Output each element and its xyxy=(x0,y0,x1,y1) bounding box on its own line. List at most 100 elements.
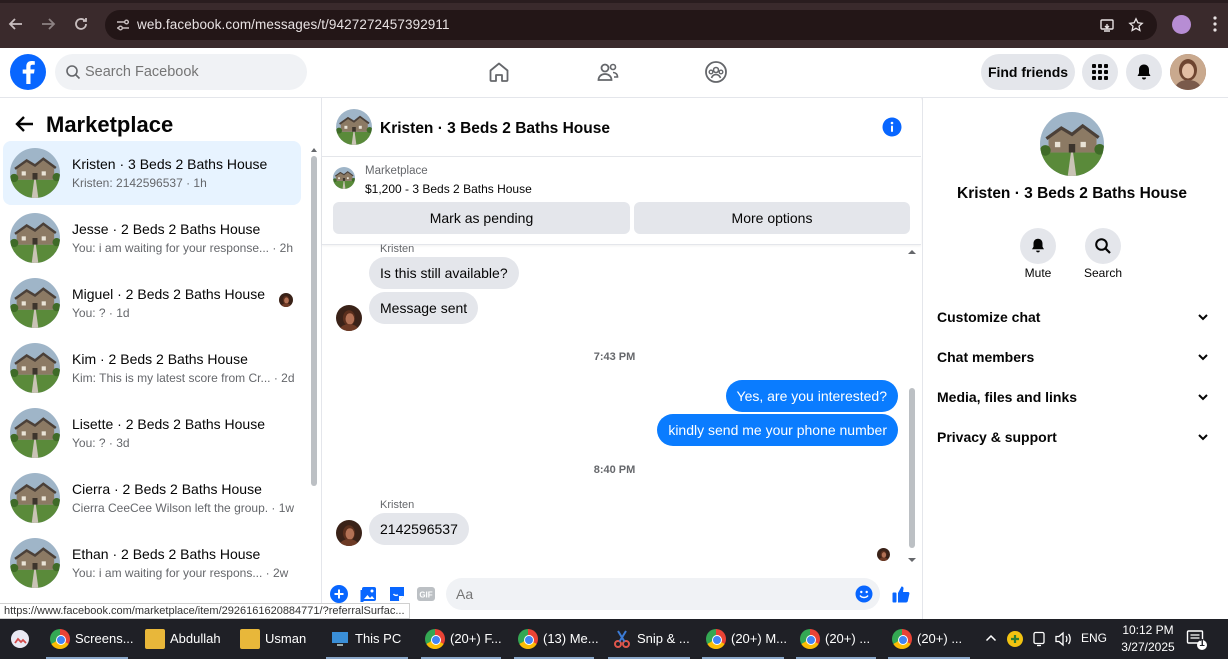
volume-icon[interactable] xyxy=(1054,631,1072,647)
section-label: Customize chat xyxy=(937,309,1041,325)
search-conversation-button[interactable] xyxy=(1085,228,1121,264)
taskbar-item-label: Abdullah xyxy=(170,631,221,646)
listing-price[interactable]: $1,200 - 3 Beds 2 Baths House xyxy=(365,182,532,196)
groups-icon[interactable] xyxy=(704,60,728,84)
chat-avatar[interactable] xyxy=(336,109,372,145)
listing-source: Marketplace xyxy=(365,165,428,177)
friends-icon[interactable] xyxy=(596,60,620,84)
chevron-down-icon xyxy=(1197,351,1209,363)
message-bubble-incoming[interactable]: 2142596537 xyxy=(369,513,469,545)
bookmark-star-icon[interactable] xyxy=(1128,17,1144,33)
chevron-down-icon xyxy=(1197,311,1209,323)
taskbar-item[interactable]: (20+) ... xyxy=(792,619,880,659)
back-arrow-icon[interactable] xyxy=(6,14,26,34)
home-icon[interactable] xyxy=(487,60,511,84)
gif-icon[interactable]: GIF xyxy=(416,584,436,604)
photo-icon[interactable] xyxy=(359,584,379,604)
scissors-icon xyxy=(612,629,632,649)
taskbar-item[interactable]: (20+) F... xyxy=(417,619,505,659)
chat-scrollbar[interactable] xyxy=(907,248,917,568)
search-input[interactable] xyxy=(85,54,295,90)
reload-icon[interactable] xyxy=(71,14,91,34)
mute-button[interactable] xyxy=(1020,228,1056,264)
info-icon[interactable] xyxy=(882,117,902,137)
taskbar-item-label: Snip & ... xyxy=(637,631,690,646)
taskbar-item[interactable]: (13) Me... xyxy=(510,619,599,659)
conversation-item[interactable]: Jesse · 2 Beds 2 Baths House You: i am wa… xyxy=(3,206,301,270)
menu-button[interactable] xyxy=(1082,54,1118,90)
conversation-snippet: You: i am waiting for your response... ·… xyxy=(72,241,294,255)
conversation-item[interactable]: Kristen · 3 Beds 2 Baths House Kristen: 2… xyxy=(3,141,301,205)
taskbar-item[interactable]: Abdullah xyxy=(137,619,227,659)
cast-icon[interactable] xyxy=(1099,17,1115,33)
listing-banner: Marketplace $1,200 - 3 Beds 2 Baths Hous… xyxy=(322,157,921,245)
url-text: web.facebook.com/messages/t/942727245739… xyxy=(137,17,450,32)
account-avatar[interactable] xyxy=(1170,54,1206,90)
facebook-search[interactable] xyxy=(55,54,307,90)
scrollbar-thumb[interactable] xyxy=(311,156,317,486)
plus-circle-icon[interactable] xyxy=(329,584,349,604)
conversation-item[interactable]: Lisette · 2 Beds 2 Baths House You: ? · 3… xyxy=(3,401,301,465)
sender-avatar[interactable] xyxy=(336,305,362,331)
notification-center-icon[interactable]: 1 xyxy=(1186,629,1208,651)
back-arrow-icon[interactable] xyxy=(13,114,35,134)
address-bar[interactable]: web.facebook.com/messages/t/942727245739… xyxy=(105,10,1157,40)
taskbar-item[interactable]: Usman xyxy=(232,619,316,659)
message-bubble-incoming[interactable]: Message sent xyxy=(369,292,479,324)
facebook-logo-icon[interactable] xyxy=(10,54,46,90)
taskbar-item[interactable]: (20+) ... xyxy=(884,619,974,659)
chrome-icon xyxy=(50,629,70,649)
conversation-item[interactable]: Cierra · 2 Beds 2 Baths House Cierra CeeC… xyxy=(3,466,301,530)
site-info-icon[interactable] xyxy=(115,17,131,33)
emoji-icon[interactable] xyxy=(855,585,873,603)
vpn-shield-icon[interactable] xyxy=(1006,630,1024,648)
message-bubble-outgoing[interactable]: kindly send me your phone number xyxy=(657,414,898,446)
message-input-field[interactable] xyxy=(446,578,880,610)
thumbs-up-icon[interactable] xyxy=(891,584,911,604)
conversation-item[interactable]: Ethan · 2 Beds 2 Baths House You: i am wa… xyxy=(3,531,301,595)
chat-title[interactable]: Kristen · 3 Beds 2 Baths House xyxy=(380,120,610,138)
bell-icon xyxy=(1032,238,1044,253)
taskbar-item[interactable]: Snip & ... xyxy=(604,619,694,659)
details-section-chat-members[interactable]: Chat members xyxy=(937,345,1209,369)
chrome-icon xyxy=(892,629,912,649)
conversation-item[interactable]: Miguel · 2 Beds 2 Baths House You: ? · 1d xyxy=(3,271,301,335)
scrollbar-thumb[interactable] xyxy=(909,388,915,548)
mark-as-pending-button[interactable]: Mark as pending xyxy=(333,202,630,234)
listing-thumbnail[interactable] xyxy=(333,167,355,189)
clock-time[interactable]: 10:12 PM xyxy=(1113,623,1183,637)
taskbar-item-label: This PC xyxy=(355,631,402,646)
details-avatar[interactable] xyxy=(1040,112,1104,176)
more-options-button[interactable]: More options xyxy=(634,202,910,234)
browser-profile-icon[interactable] xyxy=(1172,15,1191,34)
sticker-icon[interactable] xyxy=(387,584,407,604)
taskbar-item[interactable]: Screens... xyxy=(42,619,134,659)
message-input[interactable] xyxy=(456,578,846,610)
clock-date[interactable]: 3/27/2025 xyxy=(1113,640,1183,654)
conversation-snippet: Cierra CeeCee Wilson left the group. · 1… xyxy=(72,501,295,515)
taskbar-item[interactable]: (20+) M... xyxy=(698,619,788,659)
chevron-up-icon[interactable] xyxy=(985,632,997,644)
forward-arrow-icon[interactable] xyxy=(38,14,58,34)
conversation-thumbnail xyxy=(10,408,60,458)
conversation-item[interactable]: Kim · 2 Beds 2 Baths House Kim: This is m… xyxy=(3,336,301,400)
network-icon[interactable] xyxy=(1031,631,1047,647)
details-section-customize-chat[interactable]: Customize chat xyxy=(937,305,1209,329)
kebab-menu-icon[interactable] xyxy=(1208,14,1222,34)
computer-icon xyxy=(330,629,350,649)
sidebar-scrollbar[interactable] xyxy=(310,146,318,586)
notifications-button[interactable] xyxy=(1126,54,1162,90)
section-label: Privacy & support xyxy=(937,429,1057,445)
search-icon xyxy=(65,64,81,80)
conversation-snippet: You: ? · 1d xyxy=(72,306,130,320)
input-language[interactable]: ENG xyxy=(1081,631,1107,645)
taskbar-item[interactable]: This PC xyxy=(322,619,412,659)
find-friends-button[interactable]: Find friends xyxy=(981,54,1075,90)
details-section-media-files-and-links[interactable]: Media, files and links xyxy=(937,385,1209,409)
message-bubble-outgoing[interactable]: Yes, are you interested? xyxy=(725,380,898,412)
message-bubble-incoming[interactable]: Is this still available? xyxy=(369,257,519,289)
sender-avatar[interactable] xyxy=(336,520,362,546)
details-section-privacy-support[interactable]: Privacy & support xyxy=(937,425,1209,449)
start-icon[interactable] xyxy=(9,628,31,650)
read-receipt-avatar xyxy=(279,293,293,307)
